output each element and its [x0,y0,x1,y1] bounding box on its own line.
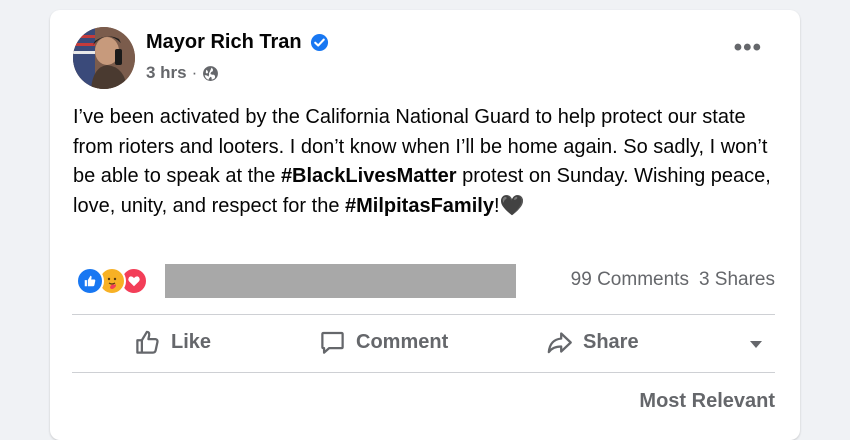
post-card: Mayor Rich Tran 3 hrs · ••• I’ve been ac… [50,10,800,440]
like-icon [76,267,104,295]
shares-count[interactable]: 3 Shares [699,269,775,291]
profile-avatar[interactable] [73,27,135,89]
verified-badge-icon [310,33,329,52]
post-timestamp[interactable]: 3 hrs [146,63,187,83]
author-name[interactable]: Mayor Rich Tran [146,31,302,54]
post-meta: 3 hrs · [146,63,219,83]
comment-sort-button[interactable]: Most Relevant [639,390,775,413]
comment-bubble-icon [319,329,346,356]
redacted-reaction-names [165,264,516,298]
meta-separator: · [191,63,198,82]
post-body: I’ve been activated by the California Na… [73,103,773,221]
divider-bottom [72,372,775,373]
comments-count[interactable]: 99 Comments [571,269,689,291]
author-row: Mayor Rich Tran [146,31,329,54]
hashtag-blacklivesmatter[interactable]: #BlackLivesMatter [281,165,457,187]
reaction-icons[interactable] [76,266,148,296]
action-bar: Like Comment Share [72,314,775,372]
comment-label: Comment [356,331,449,353]
share-arrow-icon [546,329,573,356]
share-audience-chevron-down-icon[interactable] [750,341,762,348]
share-button[interactable]: Share [546,329,639,356]
globe-icon[interactable] [202,65,219,82]
like-label: Like [171,331,212,353]
black-heart-emoji: 🖤 [499,194,525,217]
comment-button[interactable]: Comment [319,329,448,356]
share-label: Share [583,331,639,353]
post-stats: 99 Comments 3 Shares [571,269,775,291]
thumbs-up-icon [134,329,161,356]
more-options-button[interactable]: ••• [734,36,762,60]
like-button[interactable]: Like [134,329,211,356]
hashtag-milpitasfamily[interactable]: #MilpitasFamily [345,195,494,217]
